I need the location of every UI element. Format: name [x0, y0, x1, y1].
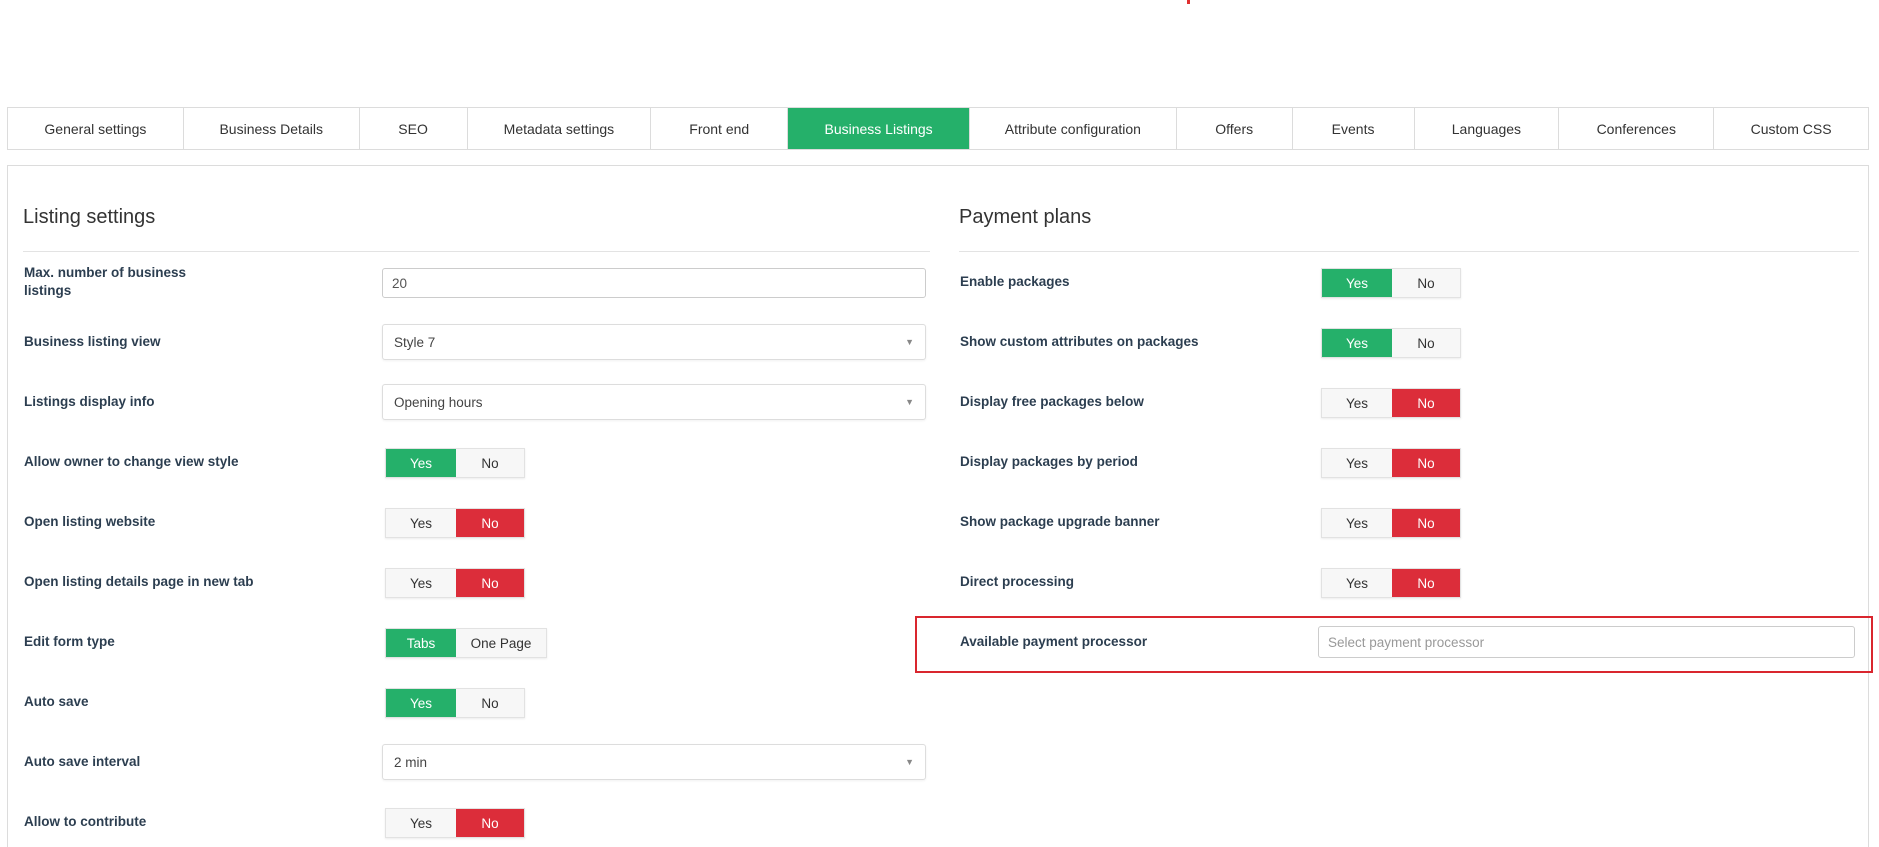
free-below-label: Display free packages below: [960, 394, 1144, 409]
no-option[interactable]: No: [1392, 569, 1460, 597]
yes-option[interactable]: Yes: [1322, 329, 1392, 357]
yes-option[interactable]: Yes: [1322, 449, 1392, 477]
no-option[interactable]: No: [1392, 269, 1460, 297]
tabs-option[interactable]: Tabs: [386, 629, 456, 657]
settings-panel: Listing settings Max. number of business…: [7, 165, 1869, 847]
auto-save-interval-value: 2 min: [394, 754, 428, 770]
by-period-label: Display packages by period: [960, 454, 1138, 469]
allow-owner-change-label: Allow owner to change view style: [24, 454, 239, 469]
highlight-box: [915, 616, 1873, 673]
listing-view-label: Business listing view: [24, 334, 161, 349]
no-option[interactable]: No: [1392, 389, 1460, 417]
custom-attributes-toggle: Yes No: [1321, 328, 1461, 358]
settings-tabs: General settings Business Details SEO Me…: [7, 107, 1869, 150]
direct-processing-label: Direct processing: [960, 574, 1075, 589]
open-details-new-tab-toggle: Yes No: [385, 568, 525, 598]
display-info-select[interactable]: Opening hours ▼: [382, 384, 926, 420]
allow-contribute-label: Allow to contribute: [24, 814, 147, 829]
custom-attributes-label: Show custom attributes on packages: [960, 334, 1199, 349]
yes-option[interactable]: Yes: [1322, 269, 1392, 297]
by-period-toggle: Yes No: [1321, 448, 1461, 478]
chevron-down-icon: ▼: [905, 337, 914, 347]
open-details-new-tab-label: Open listing details page in new tab: [24, 574, 254, 589]
tab-events[interactable]: Events: [1293, 108, 1415, 149]
tab-languages[interactable]: Languages: [1415, 108, 1560, 149]
yes-option[interactable]: Yes: [386, 509, 456, 537]
tab-metadata-settings[interactable]: Metadata settings: [468, 108, 652, 149]
yes-option[interactable]: Yes: [386, 449, 456, 477]
yes-option[interactable]: Yes: [1322, 509, 1392, 537]
upgrade-banner-label: Show package upgrade banner: [960, 514, 1160, 529]
no-option[interactable]: No: [1392, 329, 1460, 357]
enable-packages-label: Enable packages: [960, 274, 1070, 289]
open-website-toggle: Yes No: [385, 508, 525, 538]
no-option[interactable]: No: [1392, 449, 1460, 477]
chevron-down-icon: ▼: [905, 757, 914, 767]
max-listings-label: Max. number of business listings: [24, 265, 187, 298]
tab-front-end[interactable]: Front end: [651, 108, 789, 149]
yes-option[interactable]: Yes: [386, 689, 456, 717]
allow-owner-change-toggle: Yes No: [385, 448, 525, 478]
free-below-toggle: Yes No: [1321, 388, 1461, 418]
tab-offers[interactable]: Offers: [1177, 108, 1293, 149]
allow-contribute-toggle: Yes No: [385, 808, 525, 838]
auto-save-interval-select[interactable]: 2 min ▼: [382, 744, 926, 780]
open-website-label: Open listing website: [24, 514, 156, 529]
yes-option[interactable]: Yes: [1322, 569, 1392, 597]
upgrade-banner-toggle: Yes No: [1321, 508, 1461, 538]
edit-form-type-label: Edit form type: [24, 634, 115, 649]
tab-general-settings[interactable]: General settings: [8, 108, 184, 149]
auto-save-toggle: Yes No: [385, 688, 525, 718]
no-option[interactable]: No: [456, 809, 524, 837]
no-option[interactable]: No: [1392, 509, 1460, 537]
tab-business-details[interactable]: Business Details: [184, 108, 360, 149]
yes-option[interactable]: Yes: [386, 569, 456, 597]
payment-plans-title: Payment plans: [959, 206, 1092, 228]
chevron-down-icon: ▼: [905, 397, 914, 407]
tab-business-listings[interactable]: Business Listings: [788, 108, 970, 149]
display-info-label: Listings display info: [24, 394, 155, 409]
enable-packages-toggle: Yes No: [1321, 268, 1461, 298]
display-info-value: Opening hours: [394, 394, 483, 410]
red-dot-marker: [1187, 0, 1190, 4]
listing-view-value: Style 7: [394, 334, 436, 350]
direct-processing-toggle: Yes No: [1321, 568, 1461, 598]
yes-option[interactable]: Yes: [386, 809, 456, 837]
edit-form-type-toggle: Tabs One Page: [385, 628, 547, 658]
payment-plans-divider: [959, 251, 1859, 252]
no-option[interactable]: No: [456, 509, 524, 537]
yes-option[interactable]: Yes: [1322, 389, 1392, 417]
listing-settings-title: Listing settings: [23, 206, 156, 228]
no-option[interactable]: No: [456, 689, 524, 717]
no-option[interactable]: No: [456, 569, 524, 597]
tab-seo[interactable]: SEO: [360, 108, 468, 149]
one-page-option[interactable]: One Page: [456, 629, 546, 657]
tab-conferences[interactable]: Conferences: [1559, 108, 1715, 149]
auto-save-interval-label: Auto save interval: [24, 754, 141, 769]
tab-attribute-configuration[interactable]: Attribute configuration: [970, 108, 1177, 149]
listing-view-select[interactable]: Style 7 ▼: [382, 324, 926, 360]
max-listings-input[interactable]: 20: [382, 268, 926, 298]
tab-custom-css[interactable]: Custom CSS: [1714, 108, 1868, 149]
auto-save-label: Auto save: [24, 694, 89, 709]
no-option[interactable]: No: [456, 449, 524, 477]
listing-settings-divider: [23, 251, 930, 252]
